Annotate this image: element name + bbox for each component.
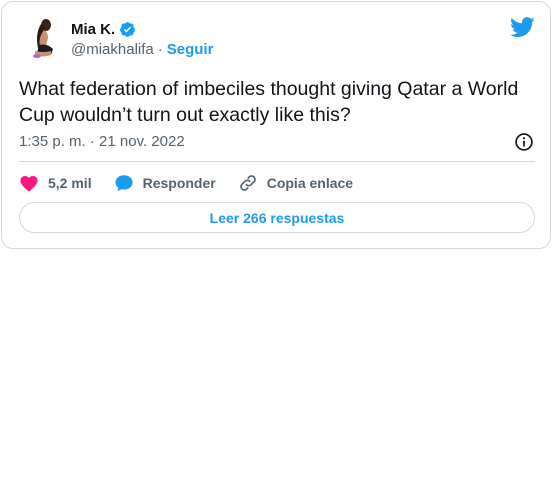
divider [19, 161, 535, 162]
read-replies-label: Leer 266 respuestas [209, 209, 345, 226]
twitter-bird-icon[interactable] [510, 17, 535, 38]
speech-bubble-icon [115, 175, 133, 192]
action-bar: 5,2 mil Responder Copia enlace [19, 172, 375, 194]
copy-link-label: Copia enlace [266, 175, 354, 191]
link-icon [239, 175, 256, 191]
separator: · [157, 41, 163, 58]
follow-button[interactable]: Seguir [167, 41, 214, 58]
tweet-timestamp[interactable]: 1:35 p. m. · 21 nov. 2022 [19, 133, 185, 150]
like-button[interactable]: 5,2 mil [19, 174, 92, 192]
reply-button[interactable]: Responder [114, 174, 216, 192]
author-handle[interactable]: @miakhalifa [71, 41, 154, 58]
read-replies-button[interactable]: Leer 266 respuestas [19, 202, 535, 233]
tweet-text: What federation of imbeciles thought giv… [19, 78, 519, 126]
author-name[interactable]: Mia K. [71, 21, 115, 38]
copy-link-button[interactable]: Copia enlace [238, 173, 353, 193]
tweet-card: Mia K. @miakhalifa · Seguir What federat… [1, 1, 551, 249]
heart-icon [20, 175, 38, 192]
info-icon[interactable] [514, 132, 534, 152]
like-count: 5,2 mil [48, 175, 92, 191]
reply-label: Responder [142, 175, 216, 191]
avatar[interactable] [19, 15, 67, 63]
verified-badge-icon [120, 21, 136, 37]
